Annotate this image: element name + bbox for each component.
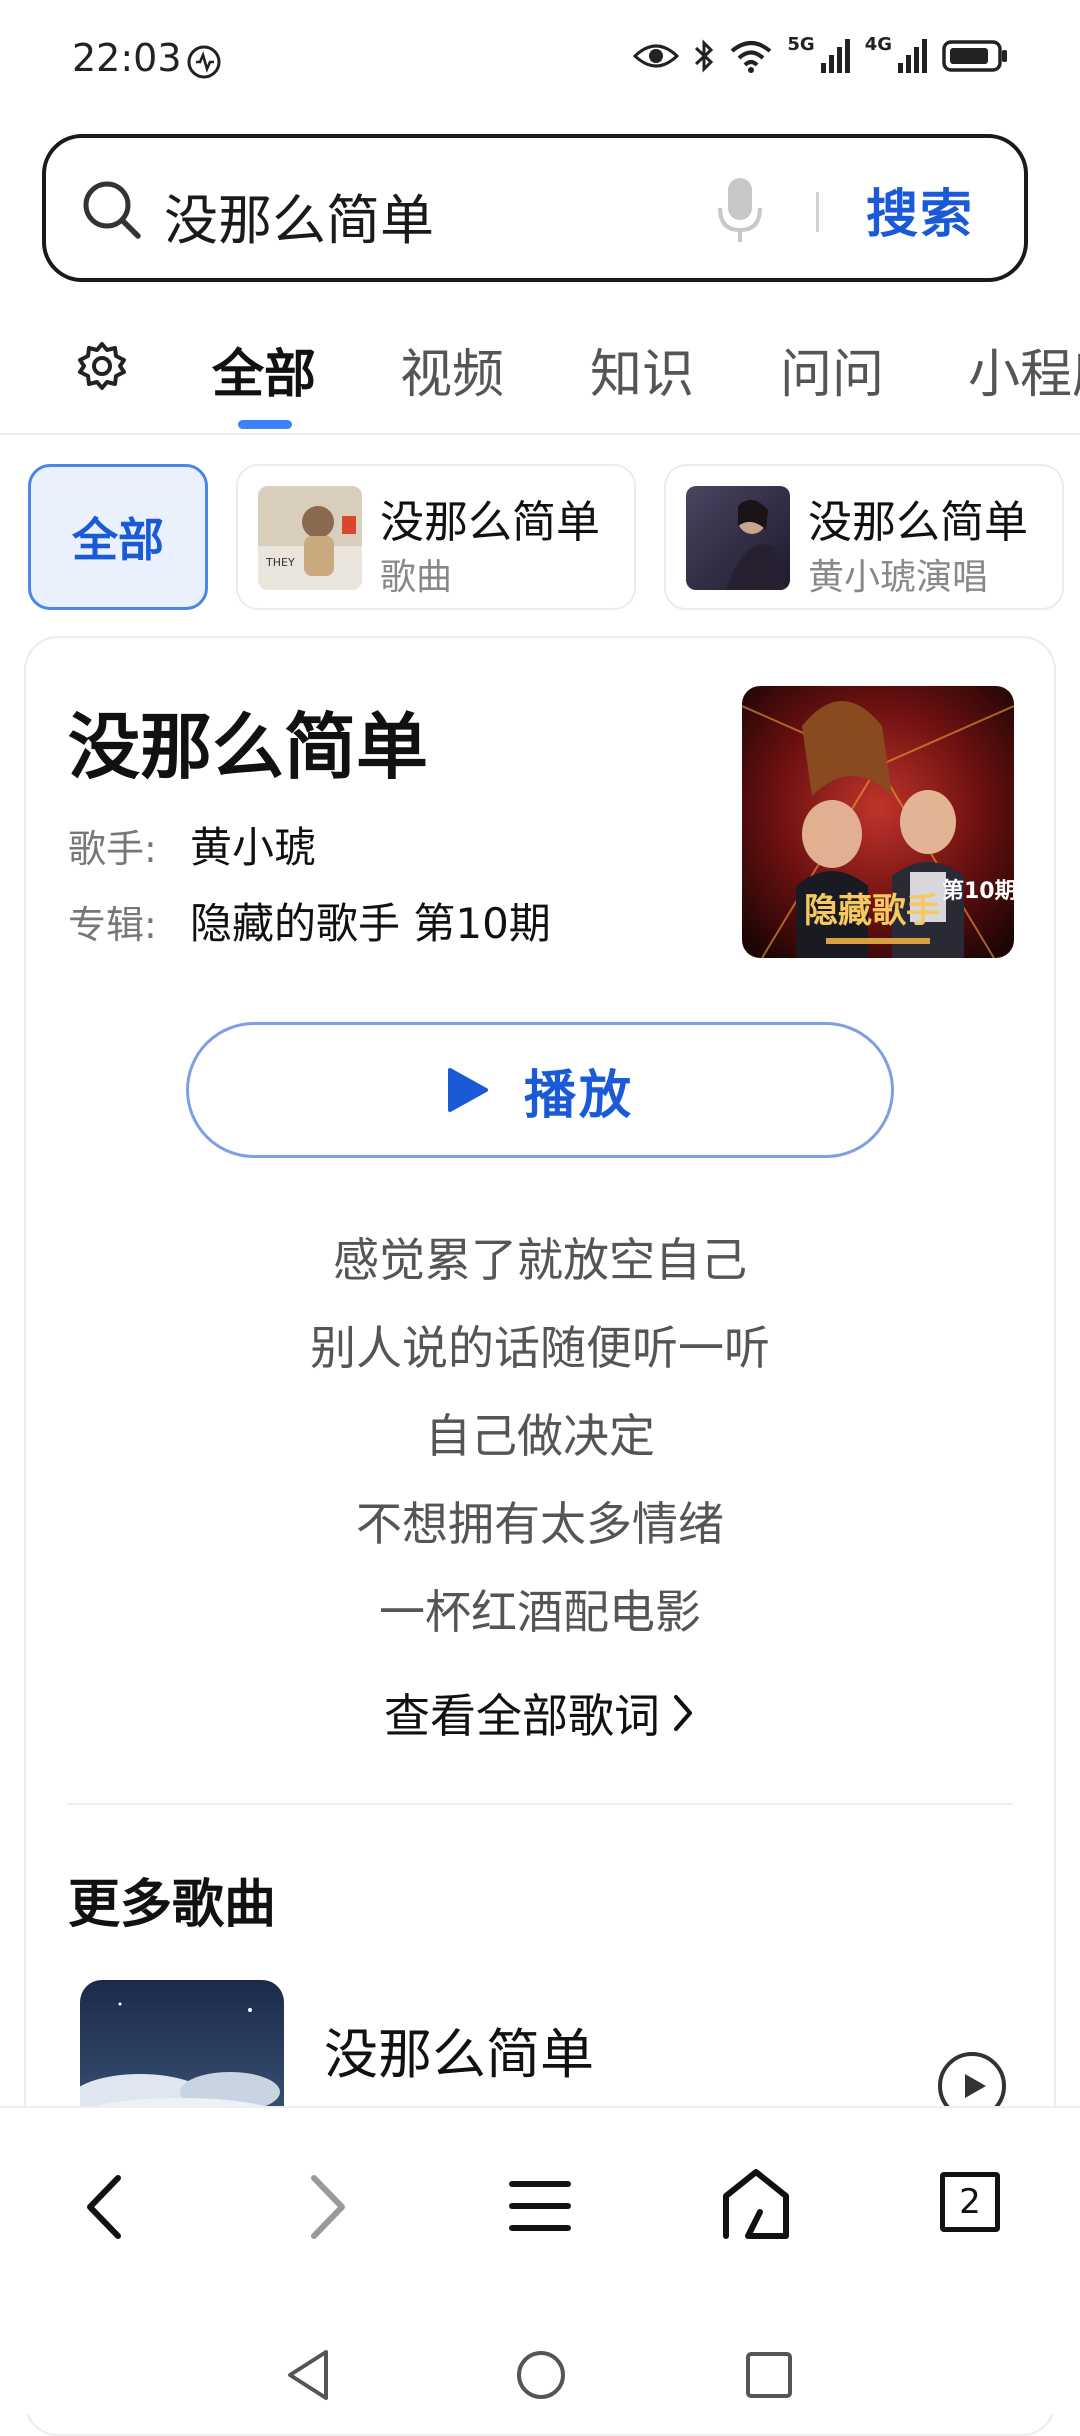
section-divider — [68, 1803, 1012, 1805]
chevron-right-icon — [674, 1695, 692, 1731]
singer-name[interactable]: 黄小琥 — [190, 814, 316, 875]
microphone-icon[interactable] — [712, 176, 768, 246]
network-4g-label: 4G — [864, 33, 892, 55]
play-icon — [447, 1068, 488, 1112]
search-icon — [83, 181, 141, 239]
chip-song[interactable]: THEY 没那么简单 歌曲 — [236, 464, 636, 610]
search-divider — [816, 192, 819, 232]
chip-all[interactable]: 全部 — [28, 464, 208, 610]
data-saver-icon — [187, 45, 221, 79]
battery-icon — [942, 40, 1007, 72]
home-icon[interactable] — [720, 2166, 792, 2242]
play-button[interactable]: 播放 — [186, 1022, 894, 1158]
view-all-lyrics-link[interactable]: 查看全部歌词 — [0, 1680, 1080, 1746]
lyric-line: 一杯红酒配电影 — [379, 1585, 701, 1639]
tab-video[interactable]: 视频 — [400, 332, 504, 407]
tab-miniprogram[interactable]: 小程序 — [968, 332, 1080, 402]
cover-caption-text: 隐藏歌手 — [804, 891, 940, 931]
settings-icon[interactable] — [76, 340, 128, 392]
status-time: 22:03 — [72, 36, 182, 80]
album-cover[interactable]: 第10期 隐藏歌手 — [742, 686, 1014, 958]
eye-icon — [633, 44, 680, 68]
more-songs-title: 更多歌曲 — [68, 1875, 277, 1935]
singer-label: 歌手: — [68, 827, 157, 871]
search-bar[interactable]: 没那么简单 搜索 — [42, 134, 1028, 282]
bluetooth-icon — [695, 39, 714, 73]
chip-song-subtitle: 歌曲 — [380, 557, 453, 598]
album-name[interactable]: 隐藏的歌手 第10期 — [190, 890, 551, 951]
tab-all[interactable]: 全部 — [212, 332, 316, 407]
chip-singer-version[interactable]: 没那么简单 黄小琥演唱 — [664, 464, 1064, 610]
wifi-icon — [731, 41, 772, 73]
system-home-icon[interactable] — [514, 2348, 568, 2402]
signal-icon — [898, 39, 927, 73]
system-recents-icon[interactable] — [744, 2350, 794, 2400]
tab-ask[interactable]: 问问 — [780, 332, 884, 407]
chip-singer-thumbnail — [686, 486, 790, 590]
back-icon[interactable] — [80, 2172, 132, 2242]
chip-singer-subtitle: 黄小琥演唱 — [808, 557, 989, 598]
status-icons: 5G 4G — [633, 34, 1008, 74]
lyric-line: 别人说的话随便听一听 — [310, 1321, 770, 1375]
song-title[interactable]: 没那么简单 — [68, 688, 428, 793]
album-cover-art: 第10期 隐藏歌手 — [742, 686, 1014, 958]
view-all-lyrics-label: 查看全部歌词 — [384, 1689, 660, 1743]
tabs-divider — [0, 433, 1080, 435]
cover-episode-text: 第10期 — [942, 878, 1014, 904]
lyric-line: 感觉累了就放空自己 — [333, 1233, 747, 1287]
search-input[interactable]: 没那么简单 — [164, 176, 434, 255]
album-label: 专辑: — [68, 903, 157, 947]
tab-miniprogram-clip: 小程序 — [968, 332, 1080, 402]
svg-text:THEY: THEY — [265, 556, 295, 569]
active-tab-indicator — [238, 420, 292, 429]
network-5g-label: 5G — [787, 33, 815, 55]
tab-knowledge[interactable]: 知识 — [590, 332, 694, 407]
chip-singer-title: 没那么简单 — [808, 497, 1028, 548]
bottom-navigation: 2 — [0, 2106, 1080, 2414]
search-button[interactable]: 搜索 — [866, 172, 974, 247]
more-song-title[interactable]: 没那么简单 — [324, 2010, 594, 2089]
signal-icon — [820, 39, 850, 73]
chip-song-thumbnail: THEY — [258, 486, 362, 590]
menu-icon[interactable] — [508, 2176, 572, 2236]
play-label: 播放 — [523, 1065, 634, 1126]
forward-icon[interactable] — [300, 2172, 352, 2242]
system-back-icon[interactable] — [284, 2348, 332, 2402]
lyric-line: 自己做决定 — [425, 1409, 655, 1463]
chip-song-title: 没那么简单 — [380, 497, 600, 548]
tabs-count-button[interactable]: 2 — [940, 2172, 1000, 2232]
lyric-line: 不想拥有太多情绪 — [356, 1497, 724, 1551]
